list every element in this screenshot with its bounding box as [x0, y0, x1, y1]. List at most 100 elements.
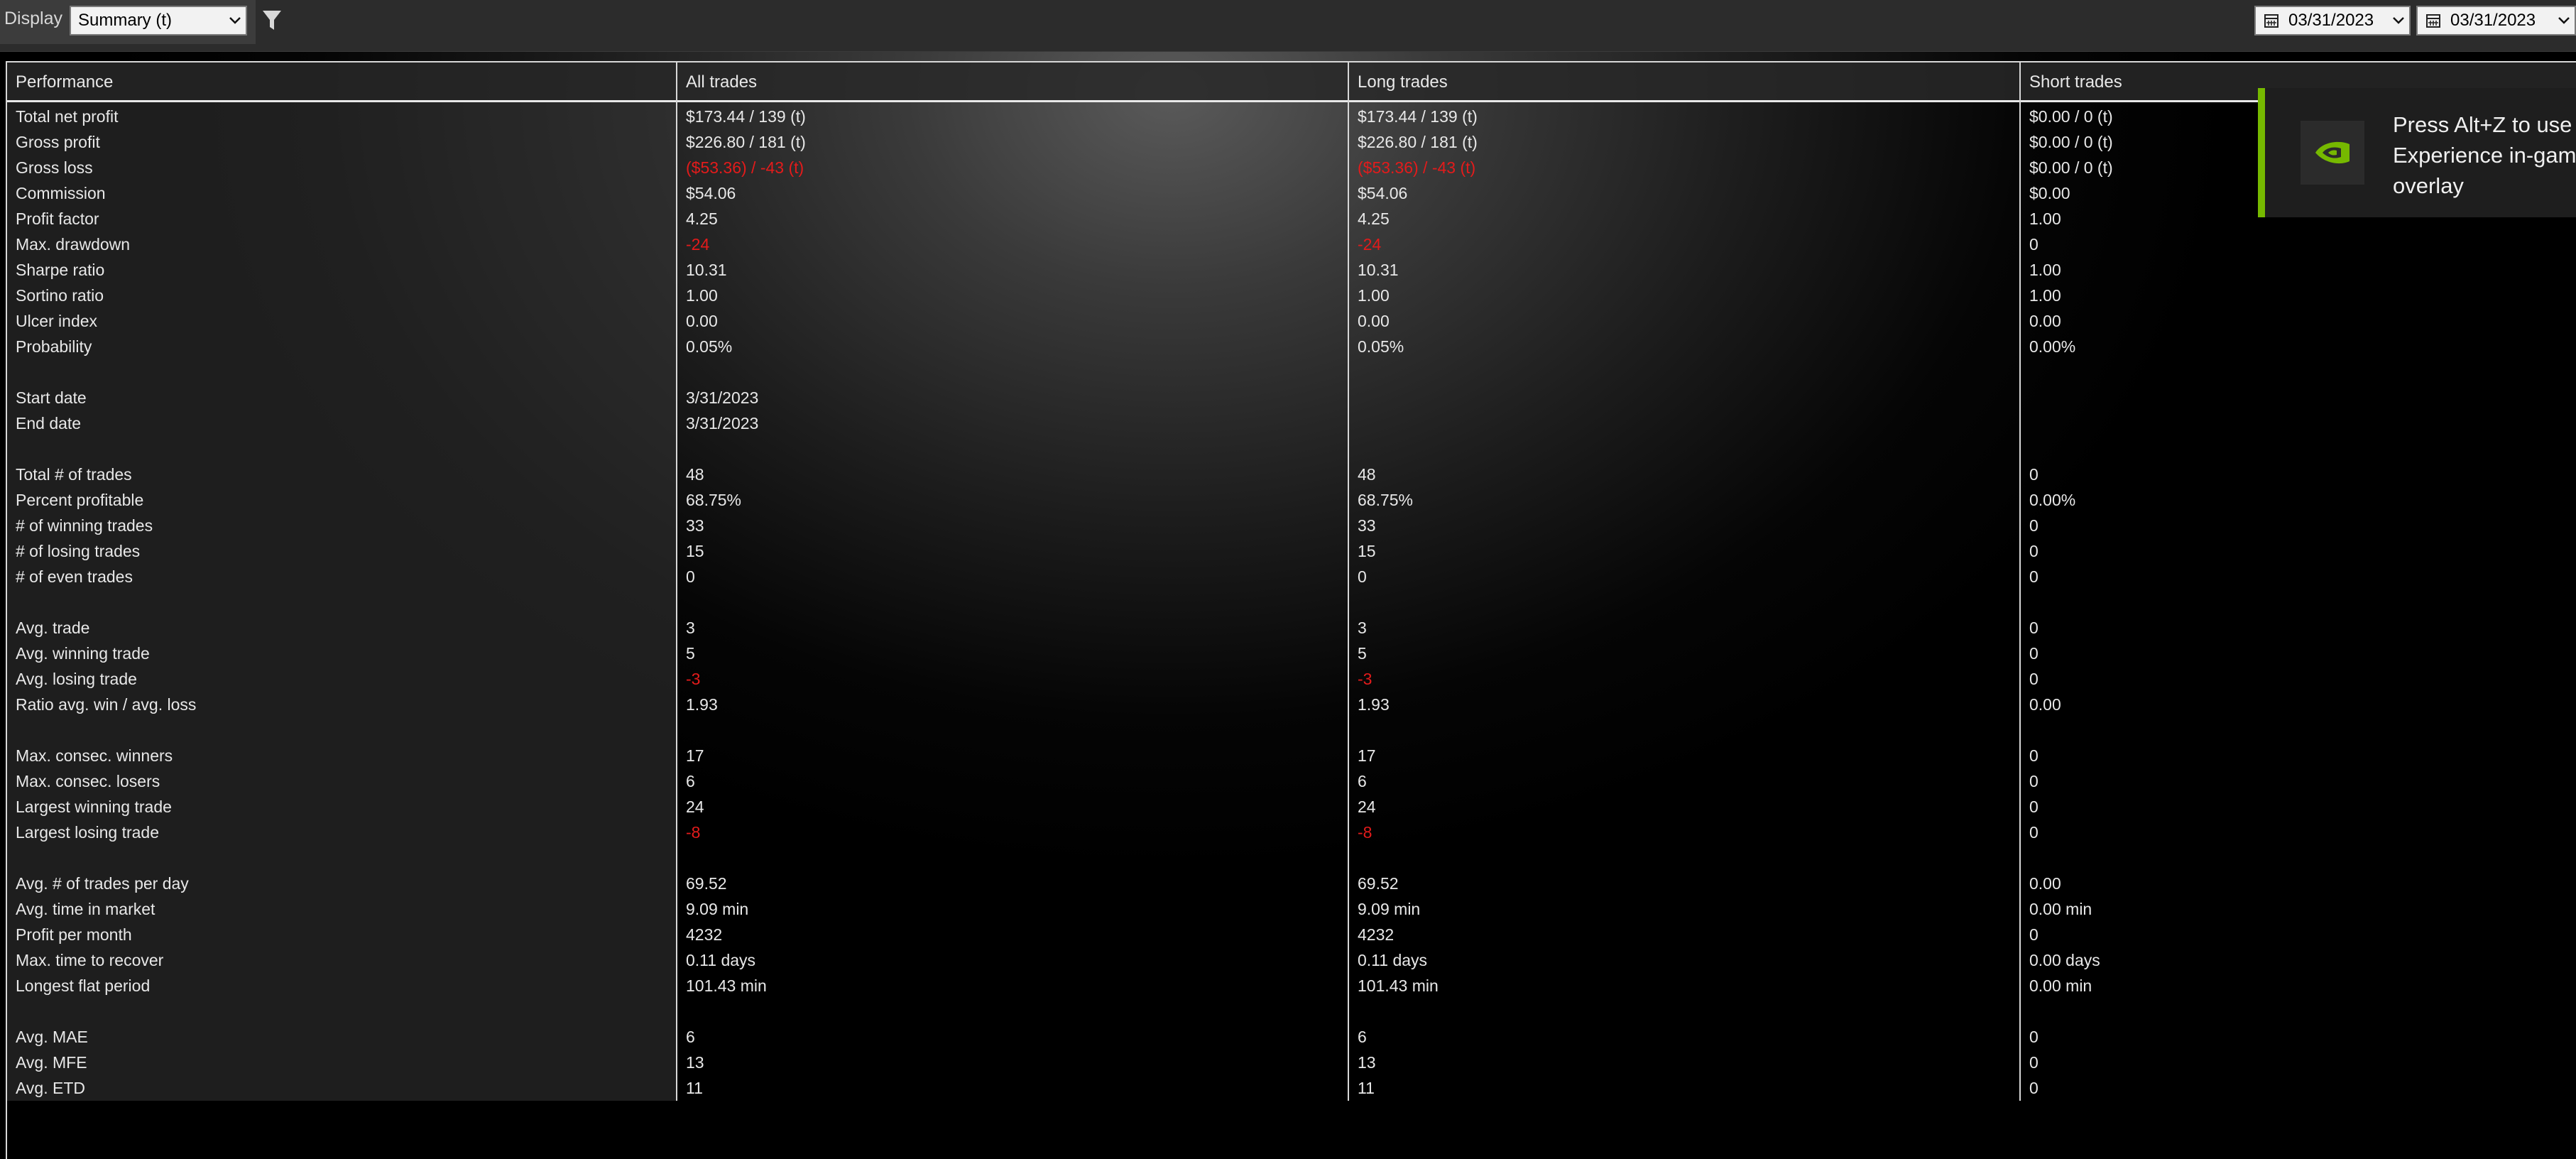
- cell-long-trades: $226.80 / 181 (t): [1358, 133, 1478, 151]
- row-label: Probability: [16, 337, 92, 356]
- cell-long-trades: 48: [1358, 465, 1376, 484]
- cell-all-trades: $54.06: [686, 184, 736, 202]
- cell-long-trades: 5: [1358, 644, 1367, 663]
- cell-all-trades: 10.31: [686, 261, 727, 279]
- cell-all-trades: 0: [686, 567, 695, 586]
- cell-all-trades: 0.11 days: [686, 951, 756, 969]
- cell-short-trades: 1.00: [2029, 286, 2061, 305]
- nvidia-logo-icon: [2301, 121, 2364, 185]
- cell-all-trades: 24: [686, 798, 704, 816]
- row-label: Profit per month: [16, 925, 132, 944]
- cell-short-trades: 0: [2029, 670, 2039, 688]
- cell-all-trades: 0.00: [686, 312, 718, 330]
- row-label: Start date: [16, 388, 87, 407]
- table-row: # of even trades 0 0 0: [7, 564, 2576, 589]
- filter-icon: [263, 11, 281, 30]
- cell-all-trades: 11: [686, 1079, 703, 1097]
- header-long-trades[interactable]: Long trades: [1358, 72, 1448, 92]
- row-label: Max. time to recover: [16, 951, 164, 969]
- table-row: Avg. # of trades per day 69.52 69.52 0.00: [7, 871, 2576, 896]
- filter-button[interactable]: [261, 9, 283, 33]
- table-row: # of losing trades 15 15 0: [7, 538, 2576, 564]
- header-short-trades[interactable]: Short trades: [2029, 72, 2122, 92]
- table-row: Avg. winning trade 5 5 0: [7, 641, 2576, 666]
- cell-all-trades: 3/31/2023: [686, 414, 759, 432]
- nvidia-overlay-toast[interactable]: Press Alt+Z to use Experience in-gam ove…: [2258, 88, 2576, 217]
- cell-all-trades: 6: [686, 1028, 695, 1046]
- row-label: Avg. losing trade: [16, 670, 137, 688]
- cell-long-trades: 0.05%: [1358, 337, 1404, 356]
- date-from-picker[interactable]: 03/31/2023: [2254, 6, 2411, 36]
- spacer-row: [7, 589, 2576, 615]
- row-label: Sharpe ratio: [16, 261, 105, 279]
- cell-short-trades: 0: [2029, 823, 2039, 842]
- cell-long-trades: 1.93: [1358, 695, 1390, 714]
- table-row: Commission $54.06 $54.06 $0.00: [7, 180, 2576, 206]
- row-label: Ratio avg. win / avg. loss: [16, 695, 197, 714]
- table-row: End date 3/31/2023: [7, 410, 2576, 436]
- row-label: Avg. winning trade: [16, 644, 150, 663]
- spacer-row: [7, 845, 2576, 871]
- cell-long-trades: $173.44 / 139 (t): [1358, 107, 1478, 126]
- cell-long-trades: 11: [1358, 1079, 1375, 1097]
- cell-all-trades: 0.05%: [686, 337, 733, 356]
- display-select[interactable]: Summary (t): [70, 6, 247, 36]
- cell-short-trades: 0: [2029, 235, 2039, 254]
- cell-short-trades: 0.00: [2029, 695, 2061, 714]
- cell-long-trades: 101.43 min: [1358, 976, 1439, 995]
- table-row: Avg. losing trade -3 -3 0: [7, 666, 2576, 692]
- table-row: Probability 0.05% 0.05% 0.00%: [7, 334, 2576, 359]
- table-row: Percent profitable 68.75% 68.75% 0.00%: [7, 487, 2576, 513]
- date-to-picker[interactable]: 03/31/2023: [2416, 6, 2576, 36]
- cell-short-trades: 0: [2029, 567, 2039, 586]
- table-row: Avg. trade 3 3 0: [7, 615, 2576, 641]
- table-row: Avg. MAE 6 6 0: [7, 1024, 2576, 1050]
- performance-window: Display Summary (t) 03/31/2023 03/31/202…: [0, 0, 2576, 1159]
- cell-short-trades: $0.00: [2029, 184, 2070, 202]
- cell-all-trades: 4.25: [686, 210, 718, 228]
- cell-all-trades: $226.80 / 181 (t): [686, 133, 806, 151]
- header-performance[interactable]: Performance: [16, 72, 113, 92]
- cell-all-trades: -24: [686, 235, 710, 254]
- row-label: Avg. time in market: [16, 900, 155, 918]
- cell-short-trades: $0.00 / 0 (t): [2029, 133, 2113, 151]
- table-row: Gross profit $226.80 / 181 (t) $226.80 / 1…: [7, 129, 2576, 155]
- table-row: Max. consec. losers 6 6 0: [7, 768, 2576, 794]
- row-label: Longest flat period: [16, 976, 151, 995]
- cell-long-trades: 24: [1358, 798, 1376, 816]
- cell-short-trades: 0.00: [2029, 312, 2061, 330]
- performance-grid: Performance All trades Long trades Short…: [6, 61, 2576, 1159]
- table-row: Profit per month 4232 4232 0: [7, 922, 2576, 947]
- cell-short-trades: 0: [2029, 516, 2039, 535]
- table-row: Sharpe ratio 10.31 10.31 1.00: [7, 257, 2576, 283]
- cell-short-trades: 0.00%: [2029, 337, 2076, 356]
- cell-all-trades: -8: [686, 823, 701, 842]
- cell-long-trades: 68.75%: [1358, 491, 1414, 509]
- cell-short-trades: 1.00: [2029, 261, 2061, 279]
- table-row: Start date 3/31/2023: [7, 385, 2576, 410]
- cell-long-trades: 9.09 min: [1358, 900, 1421, 918]
- cell-long-trades: 1.00: [1358, 286, 1390, 305]
- cell-short-trades: 0.00: [2029, 874, 2061, 893]
- cell-all-trades: 101.43 min: [686, 976, 767, 995]
- display-select-value: Summary (t): [78, 11, 172, 30]
- cell-short-trades: 0: [2029, 746, 2039, 765]
- table-row: Sortino ratio 1.00 1.00 1.00: [7, 283, 2576, 308]
- cell-short-trades: 0.00 days: [2029, 951, 2100, 969]
- cell-all-trades: 9.09 min: [686, 900, 749, 918]
- table-row: Avg. ETD 11 11 0: [7, 1075, 2576, 1101]
- row-label: Sortino ratio: [16, 286, 104, 305]
- calendar-icon: [2261, 13, 2281, 28]
- cell-all-trades: 68.75%: [686, 491, 742, 509]
- row-label: Max. consec. winners: [16, 746, 173, 765]
- display-label: Display: [4, 9, 62, 28]
- cell-short-trades: 0: [2029, 1079, 2039, 1097]
- row-label: Percent profitable: [16, 491, 144, 509]
- calendar-icon: [2423, 13, 2443, 28]
- cell-long-trades: 69.52: [1358, 874, 1399, 893]
- row-label: Largest winning trade: [16, 798, 172, 816]
- header-all-trades[interactable]: All trades: [686, 72, 757, 92]
- spacer-row: [7, 717, 2576, 743]
- row-label: End date: [16, 414, 82, 432]
- table-row: Largest losing trade -8 -8 0: [7, 820, 2576, 845]
